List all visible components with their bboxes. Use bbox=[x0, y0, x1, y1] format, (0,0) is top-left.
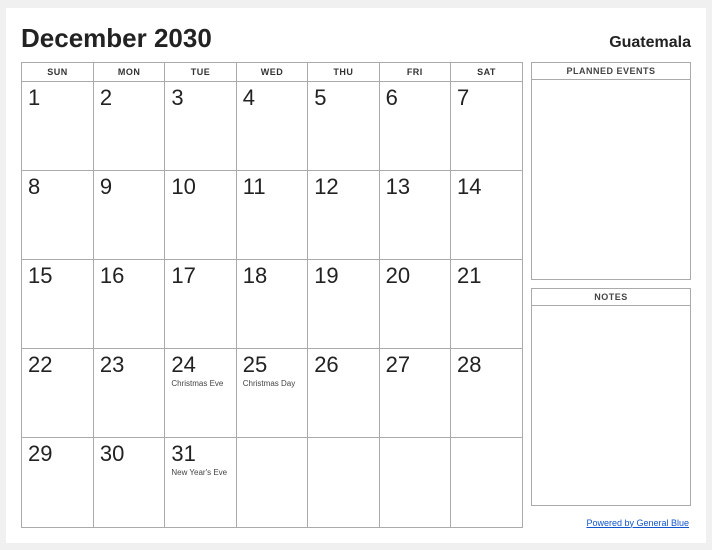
day-number: 15 bbox=[28, 264, 87, 288]
day-number: 9 bbox=[100, 175, 158, 199]
col-sun: SUN bbox=[22, 63, 93, 82]
day-event: New Year's Eve bbox=[171, 468, 229, 478]
calendar-cell: 17 bbox=[165, 259, 236, 348]
calendar-cell: 31 New Year's Eve bbox=[165, 437, 236, 526]
calendar-cell: 9 bbox=[93, 170, 164, 259]
calendar-cell: 19 bbox=[308, 259, 379, 348]
calendar-cell: 13 bbox=[379, 170, 450, 259]
powered-by-link[interactable]: Powered by General Blue bbox=[586, 518, 689, 528]
day-number: 10 bbox=[171, 175, 229, 199]
day-number: 18 bbox=[243, 264, 301, 288]
calendar-cell: 30 bbox=[93, 437, 164, 526]
col-wed: WED bbox=[236, 63, 307, 82]
col-sat: SAT bbox=[451, 63, 522, 82]
calendar-page: December 2030 Guatemala SUN MON TUE WED … bbox=[6, 8, 706, 543]
calendar-cell: 28 bbox=[451, 348, 522, 437]
calendar-cell: 8 bbox=[22, 170, 93, 259]
day-number: 21 bbox=[457, 264, 516, 288]
day-number: 27 bbox=[386, 353, 444, 377]
day-number: 7 bbox=[457, 86, 516, 110]
calendar-week-2: 89 10 11 12 13 14 bbox=[22, 170, 522, 259]
day-number: 6 bbox=[386, 86, 444, 110]
calendar-week-5: 29 30 31 New Year's Eve bbox=[22, 437, 522, 526]
main-area: SUN MON TUE WED THU FRI SAT 123456789101… bbox=[21, 62, 691, 528]
day-number: 16 bbox=[100, 264, 158, 288]
col-thu: THU bbox=[308, 63, 379, 82]
calendar-cell: 5 bbox=[308, 81, 379, 170]
calendar-cell bbox=[308, 437, 379, 526]
calendar-cell: 20 bbox=[379, 259, 450, 348]
calendar-week-4: 22 23 24 Christmas Eve 25 Christmas Day 26 27 28 bbox=[22, 348, 522, 437]
sidebar: PLANNED EVENTS NOTES Powered by General … bbox=[531, 62, 691, 528]
country-label: Guatemala bbox=[609, 34, 691, 52]
calendar-cell bbox=[451, 437, 522, 526]
day-number: 11 bbox=[243, 175, 301, 199]
calendar-grid: SUN MON TUE WED THU FRI SAT 123456789101… bbox=[22, 63, 522, 527]
day-number: 28 bbox=[457, 353, 516, 377]
day-number: 24 bbox=[171, 353, 229, 377]
day-event: Christmas Day bbox=[243, 379, 301, 389]
calendar-cell: 27 bbox=[379, 348, 450, 437]
day-number: 14 bbox=[457, 175, 516, 199]
calendar-cell: 26 bbox=[308, 348, 379, 437]
month-title: December 2030 bbox=[21, 23, 212, 54]
calendar-cell: 23 bbox=[93, 348, 164, 437]
day-number: 30 bbox=[100, 442, 158, 466]
col-fri: FRI bbox=[379, 63, 450, 82]
day-number: 8 bbox=[28, 175, 87, 199]
day-number: 2 bbox=[100, 86, 158, 110]
day-number: 19 bbox=[314, 264, 372, 288]
calendar-cell: 15 bbox=[22, 259, 93, 348]
calendar-week-3: 15 16 17 18 19 20 21 bbox=[22, 259, 522, 348]
calendar-cell: 6 bbox=[379, 81, 450, 170]
col-tue: TUE bbox=[165, 63, 236, 82]
day-number: 22 bbox=[28, 353, 87, 377]
day-number: 23 bbox=[100, 353, 158, 377]
day-number: 31 bbox=[171, 442, 229, 466]
day-number: 25 bbox=[243, 353, 301, 377]
calendar-cell: 2 bbox=[93, 81, 164, 170]
calendar-section: SUN MON TUE WED THU FRI SAT 123456789101… bbox=[21, 62, 523, 528]
calendar-cell: 10 bbox=[165, 170, 236, 259]
day-number: 20 bbox=[386, 264, 444, 288]
calendar-cell: 3 bbox=[165, 81, 236, 170]
planned-events-content bbox=[532, 80, 690, 279]
day-number: 3 bbox=[171, 86, 229, 110]
notes-header: NOTES bbox=[532, 289, 690, 306]
weekday-header-row: SUN MON TUE WED THU FRI SAT bbox=[22, 63, 522, 82]
day-number: 5 bbox=[314, 86, 372, 110]
calendar-cell: 16 bbox=[93, 259, 164, 348]
calendar-cell: 21 bbox=[451, 259, 522, 348]
day-number: 17 bbox=[171, 264, 229, 288]
calendar-cell: 14 bbox=[451, 170, 522, 259]
calendar-cell: 29 bbox=[22, 437, 93, 526]
notes-box: NOTES bbox=[531, 288, 691, 506]
day-number: 1 bbox=[28, 86, 87, 110]
calendar-cell: 1 bbox=[22, 81, 93, 170]
footer: Powered by General Blue bbox=[531, 518, 691, 528]
col-mon: MON bbox=[93, 63, 164, 82]
calendar-cell bbox=[379, 437, 450, 526]
calendar-cell bbox=[236, 437, 307, 526]
calendar-cell: 7 bbox=[451, 81, 522, 170]
calendar-cell: 25 Christmas Day bbox=[236, 348, 307, 437]
planned-events-box: PLANNED EVENTS bbox=[531, 62, 691, 280]
calendar-cell: 11 bbox=[236, 170, 307, 259]
day-number: 29 bbox=[28, 442, 87, 466]
day-number: 12 bbox=[314, 175, 372, 199]
calendar-cell: 18 bbox=[236, 259, 307, 348]
calendar-week-1: 1234567 bbox=[22, 81, 522, 170]
day-number: 13 bbox=[386, 175, 444, 199]
calendar-cell: 22 bbox=[22, 348, 93, 437]
notes-content bbox=[532, 306, 690, 505]
calendar-cell: 24 Christmas Eve bbox=[165, 348, 236, 437]
header: December 2030 Guatemala bbox=[21, 23, 691, 54]
day-event: Christmas Eve bbox=[171, 379, 229, 389]
calendar-cell: 4 bbox=[236, 81, 307, 170]
planned-events-header: PLANNED EVENTS bbox=[532, 63, 690, 80]
day-number: 26 bbox=[314, 353, 372, 377]
calendar-cell: 12 bbox=[308, 170, 379, 259]
day-number: 4 bbox=[243, 86, 301, 110]
